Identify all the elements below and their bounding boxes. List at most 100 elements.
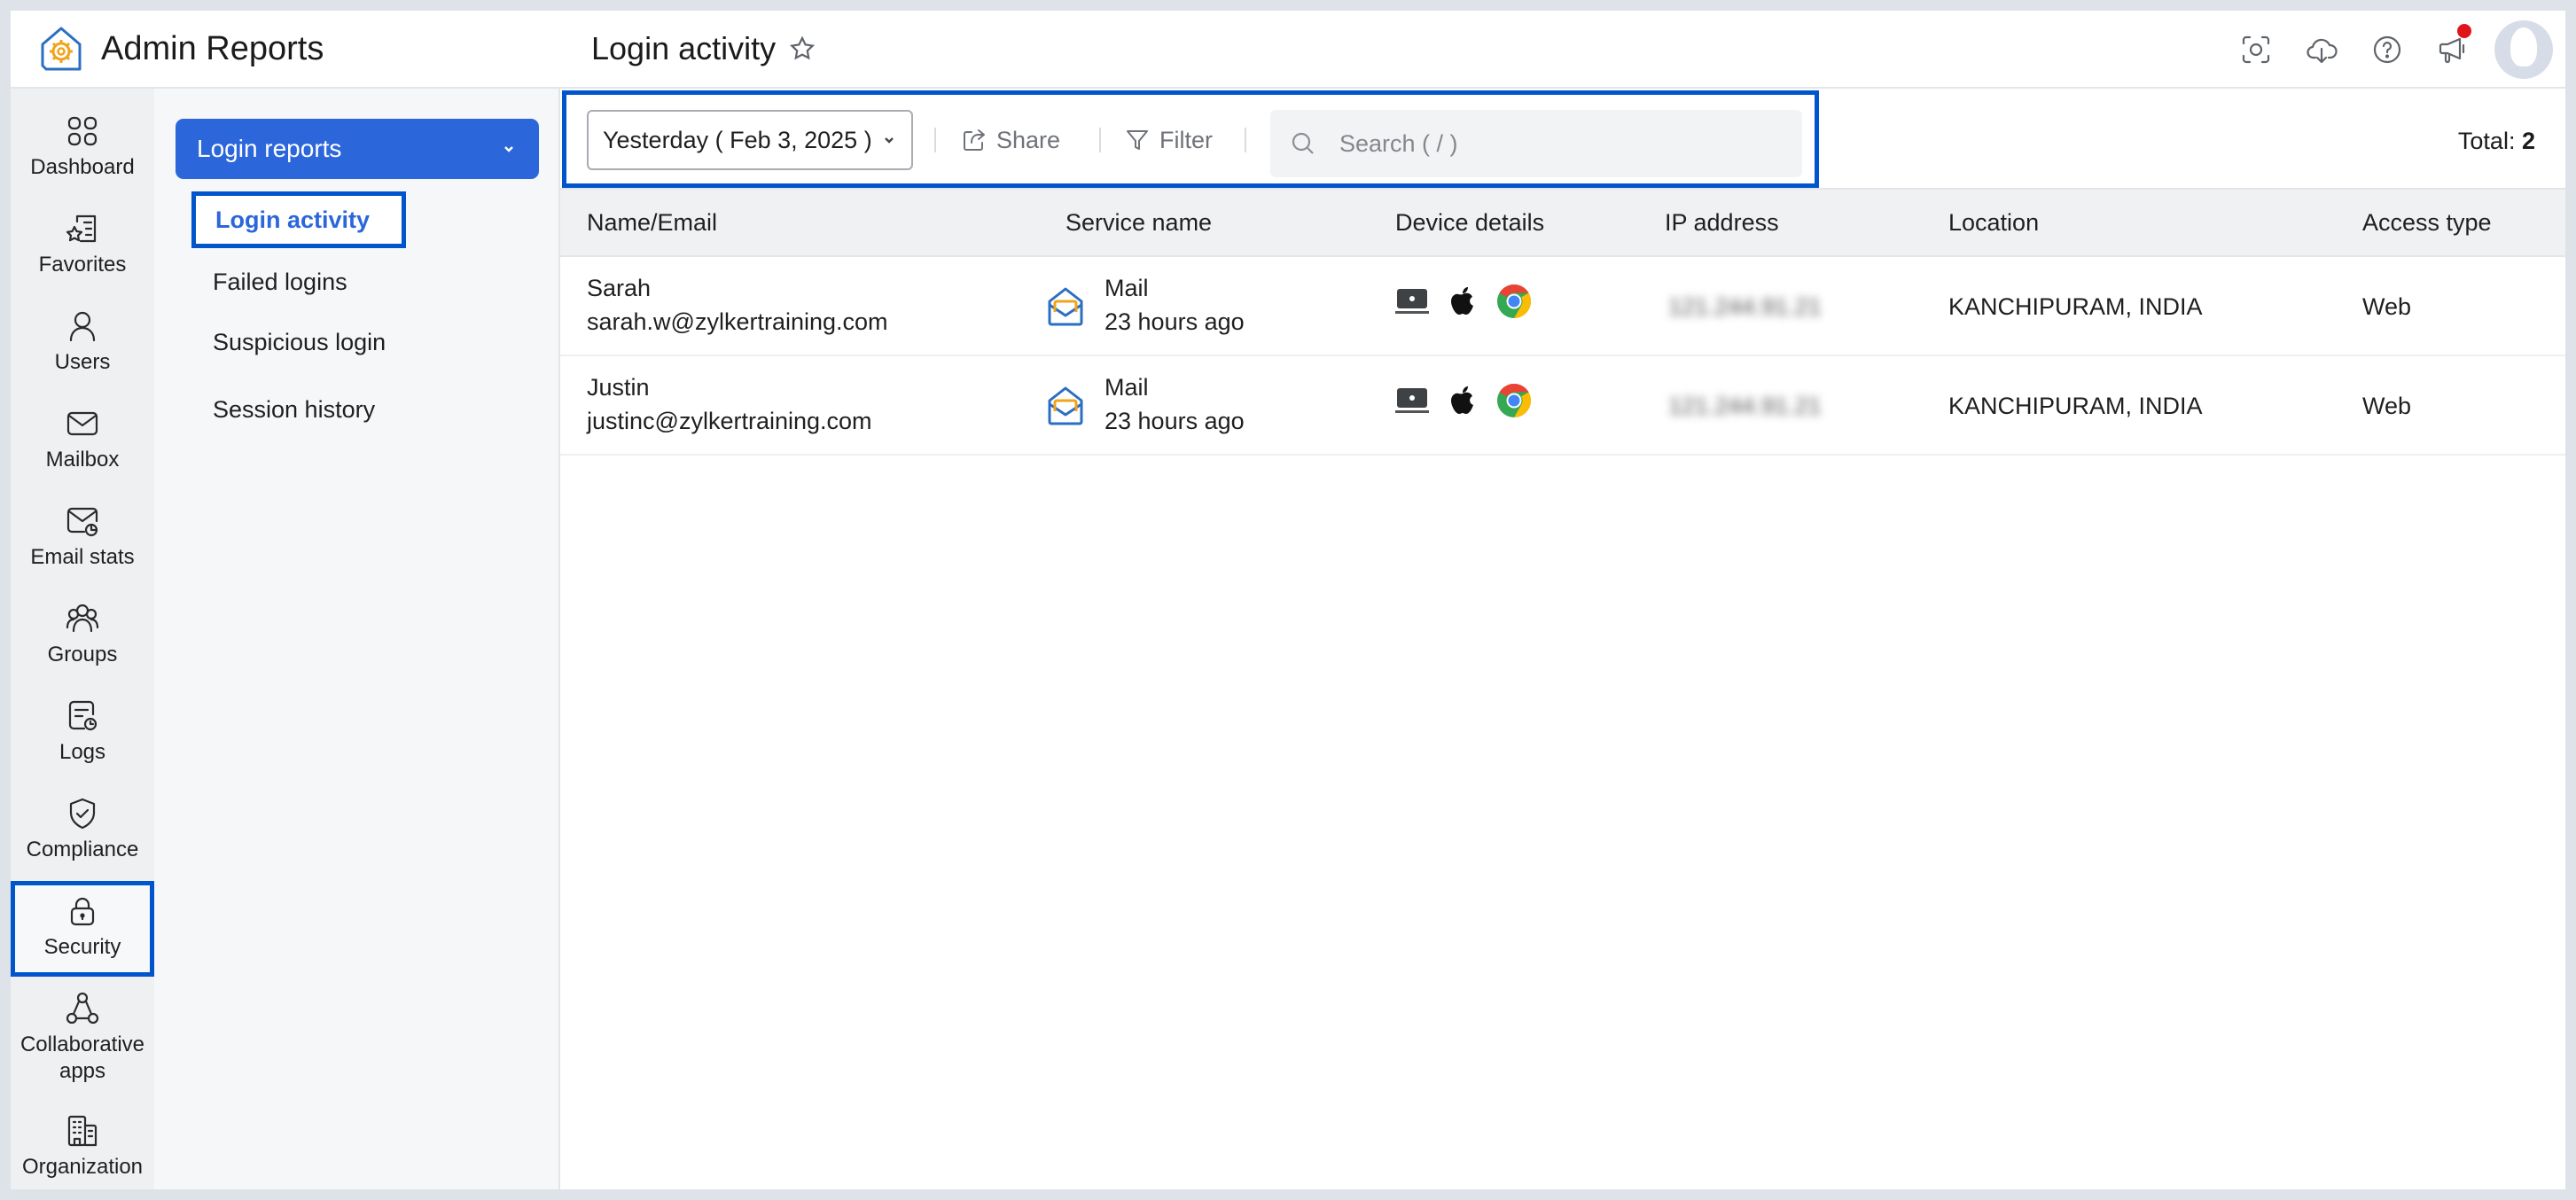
mac-laptop-icon [1395,289,1429,314]
dashboard-grid-icon [67,116,98,146]
collaborative-apps-icon [66,992,99,1025]
rail-label: Security [43,935,121,959]
rail-item-security[interactable]: Security [11,881,154,977]
column-header-name-email[interactable]: Name/Email [587,209,717,237]
login-activity-table: Name/Email Service name Device details I… [560,190,2565,456]
section-label: Login reports [197,135,342,162]
shield-check-icon [69,798,96,830]
page-header: Login activity [560,11,2565,89]
favorites-star-list-icon [66,214,97,243]
total-label: Total: [2457,128,2516,154]
table-row[interactable]: Sarah sarah.w@zylkertraining.com Mail 23… [560,257,2565,356]
rail-item-favorites[interactable]: Favorites [11,199,154,294]
rail-item-mailbox[interactable]: Mailbox [11,394,154,489]
rail-label: Email stats [30,545,135,569]
ip-address-cell: 121.244.91.21 [1668,293,1822,320]
subnav-item-failed-logins[interactable]: Failed logins [213,266,347,298]
rail-label: Organization [21,1155,144,1179]
total-count: Total: 2 [2458,128,2535,155]
rail-label: Logs [59,740,106,764]
page-title: Login activity [591,30,777,66]
login-reports-section-toggle[interactable]: Login reports [176,119,539,179]
column-header-location[interactable]: Location [1948,209,2039,237]
total-value: 2 [2521,128,2535,154]
app-brand: Admin Reports [11,11,560,89]
service-name: Mail [1105,374,1149,401]
announcements-button[interactable] [2420,17,2486,82]
rail-label: Favorites [38,253,127,277]
service-cell: Mail 23 hours ago [1105,271,1245,339]
search-box [1270,110,1802,177]
admin-reports-logo-icon [41,27,82,71]
cloud-download-icon [2307,38,2338,64]
icon-rail: Dashboard Favorites Users Mailbox Email … [11,89,154,1189]
rail-label: Collaborative apps [20,1032,145,1083]
filter-button[interactable]: Filter [1124,110,1213,170]
date-range-dropdown[interactable]: Yesterday ( Feb 3, 2025 ) [587,110,913,170]
rail-item-email-stats[interactable]: Email stats [11,491,154,587]
announcement-megaphone-icon [2439,37,2465,64]
logs-icon [68,700,98,731]
screenshot-capture-icon [2242,35,2270,64]
share-button[interactable]: Share [961,110,1060,170]
notification-dot [2457,24,2471,38]
download-button[interactable] [2289,17,2354,82]
lock-icon [70,897,95,926]
mail-service-icon [1048,386,1083,425]
column-header-access-type[interactable]: Access type [2362,209,2492,237]
column-header-service-name[interactable]: Service name [1066,209,1212,237]
apple-icon [1451,287,1473,315]
rail-item-users[interactable]: Users [11,296,154,392]
search-input[interactable] [1339,129,1800,158]
rail-label: Compliance [26,838,139,861]
help-icon [2373,35,2401,64]
column-header-device-details[interactable]: Device details [1395,209,1544,237]
subnav-item-session-history[interactable]: Session history [213,394,375,425]
user-name: Sarah [587,275,652,301]
header-actions [2223,11,2565,89]
share-icon [964,129,985,151]
mac-laptop-icon [1395,388,1429,413]
table-header: Name/Email Service name Device details I… [560,190,2565,257]
user-name: Justin [587,374,650,401]
toolbar-divider [1245,128,1246,152]
mail-service-icon [1048,287,1083,326]
column-header-ip-address[interactable]: IP address [1665,209,1779,237]
chrome-icon [1497,284,1532,319]
rail-item-dashboard[interactable]: Dashboard [11,101,154,197]
rail-label: Dashboard [30,155,135,179]
table-row[interactable]: Justin justinc@zylkertraining.com Mail 2… [560,356,2565,456]
toolbar-divider [1099,128,1101,152]
chevron-down-icon [504,146,513,152]
organization-building-icon [67,1115,98,1147]
screenshot-capture-button[interactable] [2223,17,2289,82]
access-type-cell: Web [2362,293,2412,320]
app-title: Admin Reports [101,29,324,67]
user-icon [69,311,96,342]
login-time: 23 hours ago [1105,408,1245,434]
access-type-cell: Web [2362,393,2412,419]
filter-funnel-icon [1127,130,1148,150]
device-details-cell [1395,284,1532,319]
groups-icon [66,604,99,633]
search-icon [1292,132,1314,154]
rail-label: Users [54,350,111,374]
service-cell: Mail 23 hours ago [1105,370,1245,438]
device-details-cell [1395,383,1532,418]
help-button[interactable] [2354,17,2420,82]
main-content: Login activity Yesterday (Feb 3, 2025)… [560,11,2565,1189]
chevron-down-icon [884,137,894,144]
rail-item-compliance[interactable]: Compliance [11,783,154,879]
rail-item-logs[interactable]: Logs [11,686,154,782]
user-email: justinc@zylkertraining.com [587,408,872,434]
subnav-item-login-activity[interactable]: Login activity [191,191,406,248]
toolbar-divider [934,128,936,152]
rail-item-organization[interactable]: Organization [11,1101,154,1189]
subnav-item-suspicious-login[interactable]: Suspicious login [213,326,386,358]
favorite-star-icon[interactable] [788,35,816,63]
rail-item-collaborative-apps[interactable]: Collaborative apps [11,978,154,1094]
ip-address-cell: 121.244.91.21 [1668,393,1822,419]
share-label: Share [996,126,1061,153]
rail-item-groups[interactable]: Groups [11,588,154,684]
avatar[interactable] [2494,20,2553,79]
